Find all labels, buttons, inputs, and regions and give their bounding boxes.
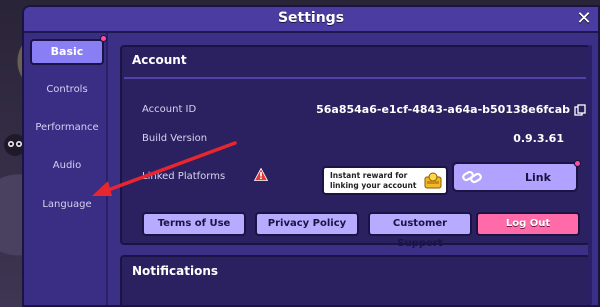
copy-icon[interactable]: [574, 104, 586, 116]
link-icon: [462, 170, 482, 184]
sidebar-item-audio[interactable]: Audio: [30, 153, 104, 179]
reward-tooltip: Instant reward for linking your account: [322, 166, 448, 195]
modal-header: Settings ✕: [24, 7, 598, 33]
link-button-label: Link: [525, 171, 551, 184]
account-id-label: Account ID: [142, 104, 197, 115]
sidebar-item-language[interactable]: Language: [30, 192, 104, 218]
settings-sidebar: Basic Controls Performance Audio Languag…: [24, 33, 108, 305]
sidebar-item-controls[interactable]: Controls: [30, 77, 104, 103]
section-divider: [124, 77, 586, 79]
customer-support-button[interactable]: Customer Support: [368, 212, 472, 249]
settings-modal: Settings ✕ Basic Controls Performance Au…: [22, 5, 600, 307]
notification-dot: [574, 160, 581, 167]
section-title-notifications: Notifications: [132, 264, 219, 278]
modal-title: Settings: [277, 10, 345, 26]
privacy-policy-button[interactable]: Privacy Policy: [255, 212, 359, 236]
notifications-section: Notifications: [120, 255, 590, 305]
build-version-value: 0.9.3.61: [513, 132, 564, 145]
close-icon[interactable]: ✕: [574, 9, 594, 29]
warning-icon: [254, 168, 268, 181]
build-version-label: Build Version: [142, 133, 208, 144]
linked-platforms-label: Linked Platforms: [142, 171, 226, 182]
coin-reward-icon: [424, 172, 442, 189]
terms-of-use-button[interactable]: Terms of Use: [142, 212, 246, 236]
notification-dot: [100, 35, 107, 42]
section-title-account: Account: [132, 53, 187, 67]
link-button[interactable]: Link: [452, 162, 578, 192]
content-scrollbar[interactable]: [588, 45, 592, 305]
sidebar-item-performance[interactable]: Performance: [30, 115, 104, 141]
account-id-value: 56a854a6-e1cf-4843-a64a-b50138e6fcab: [316, 103, 570, 116]
sidebar-item-basic[interactable]: Basic: [30, 39, 104, 65]
account-section: Account Account ID 56a854a6-e1cf-4843-a6…: [120, 45, 590, 249]
log-out-button[interactable]: Log Out: [476, 212, 580, 236]
